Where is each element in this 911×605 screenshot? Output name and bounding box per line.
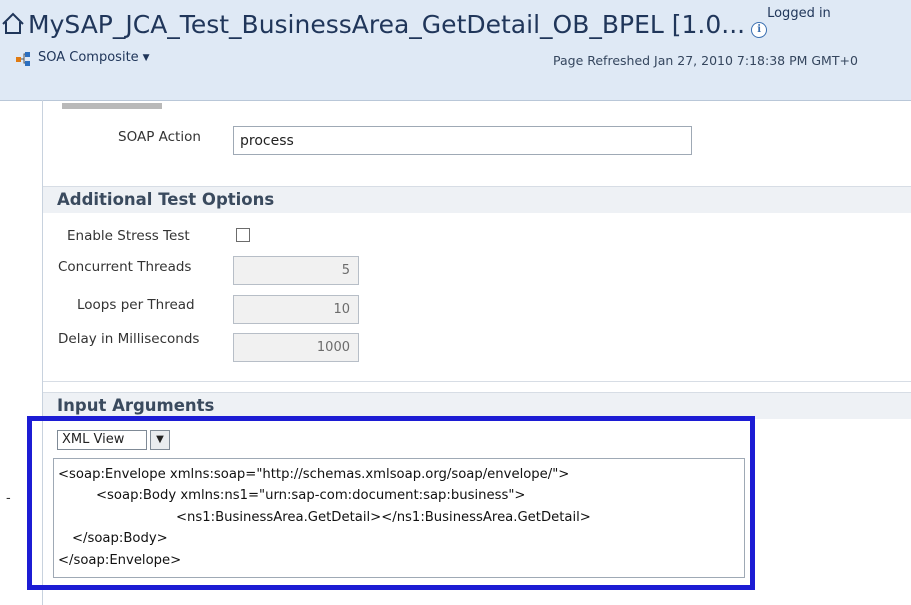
info-icon[interactable]: i [751,22,768,38]
composite-icon [16,51,34,66]
section-title: Additional Test Options [57,190,275,209]
logged-in-label: Logged in [767,6,831,21]
soa-composite-label: SOA Composite [38,50,139,65]
enable-stress-test-label: Enable Stress Test [67,228,190,244]
additional-test-options-header: Additional Test Options [43,186,911,213]
title-row: MySAP_JCA_Test_BusinessArea_GetDetail_OB… [0,4,911,44]
partial-hidden-row [60,100,220,110]
page-title: MySAP_JCA_Test_BusinessArea_GetDetail_OB… [28,9,746,39]
concurrent-threads-label: Concurrent Threads [58,259,192,275]
page-header: MySAP_JCA_Test_BusinessArea_GetDetail_OB… [0,0,911,101]
home-icon[interactable] [0,9,28,39]
delay-milliseconds-input[interactable]: 1000 [233,333,359,362]
loops-per-thread-label: Loops per Thread [77,297,195,313]
dash-mark: - [6,491,11,506]
section-title: Input Arguments [57,396,215,415]
section-divider [43,381,911,382]
highlight-rectangle [27,416,755,590]
delay-milliseconds-label: Delay in Milliseconds [58,331,200,347]
loops-per-thread-input[interactable]: 10 [233,295,359,324]
page-refreshed-text: Page Refreshed Jan 27, 2010 7:18:38 PM G… [553,53,858,68]
enable-stress-test-checkbox[interactable] [236,228,250,242]
concurrent-threads-input[interactable]: 5 [233,256,359,285]
soap-action-input[interactable]: process [233,126,692,155]
input-arguments-header: Input Arguments [43,392,911,419]
chevron-down-icon: ▼ [142,52,150,63]
soa-composite-menu[interactable]: SOA Composite ▼ [16,50,150,66]
soap-action-label: SOAP Action [118,129,201,145]
